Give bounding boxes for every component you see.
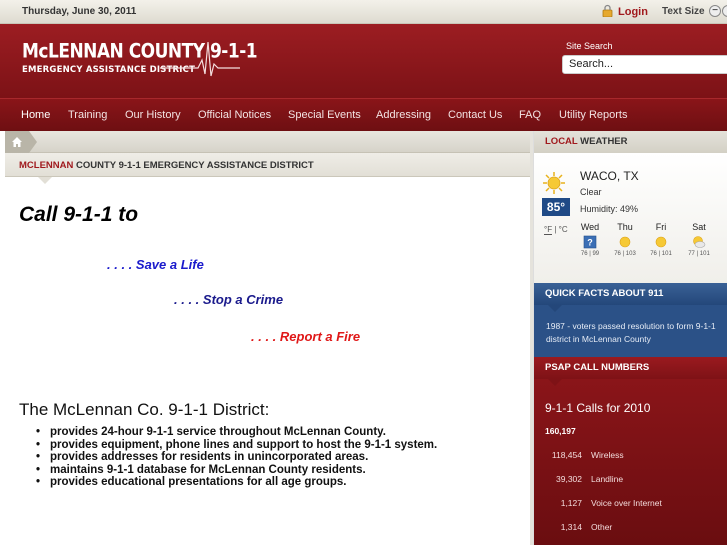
- psap-row-label: Voice over Internet: [591, 498, 662, 508]
- nav-our-history[interactable]: Our History: [125, 99, 181, 131]
- breadcrumb-home[interactable]: [5, 131, 29, 153]
- main-nav: Home Training Our History Official Notic…: [0, 98, 727, 131]
- psap-row-number: 39,302: [556, 474, 582, 484]
- psap-row-number: 1,314: [560, 522, 582, 532]
- psap-row-label: Other: [591, 522, 613, 532]
- nav-training[interactable]: Training: [68, 99, 107, 131]
- report-a-fire-text: . . . . Report a Fire: [251, 329, 361, 344]
- forecast-range: 76 | 101: [650, 251, 672, 257]
- breadcrumb: [5, 131, 530, 153]
- right-sidebar: LOCAL WEATHER 85° WACO, TX Clear Humidit…: [533, 131, 727, 545]
- district-services-list: provides 24-hour 9-1-1 service throughou…: [36, 426, 526, 489]
- psap-row-label: Landline: [591, 474, 624, 484]
- psap-heading-notch: [548, 379, 562, 386]
- forecast-day-name: Fri: [655, 222, 667, 232]
- district-heading: The McLennan Co. 9-1-1 District:: [19, 400, 270, 419]
- forecast-day-name: Sat: [692, 222, 706, 232]
- forecast-range: 77 | 101: [688, 251, 710, 257]
- nav-home[interactable]: Home: [21, 99, 50, 131]
- weather-city: WACO, TX: [580, 169, 639, 183]
- nav-addressing[interactable]: Addressing: [376, 99, 431, 131]
- weather-heading-rest: WEATHER: [577, 136, 628, 147]
- site-search-input[interactable]: Search...: [562, 55, 727, 74]
- forecast-day: Wed ? 76 | 99: [575, 222, 605, 257]
- breadcrumb-arrow: [29, 131, 37, 153]
- increase-text-size-button[interactable]: [722, 5, 727, 17]
- partly-cloudy-icon: [693, 236, 706, 248]
- forecast-day-name: Wed: [580, 222, 600, 232]
- lock-icon[interactable]: [601, 4, 614, 17]
- temperature-unit-toggle: °F | °C: [544, 225, 568, 235]
- nav-special-events[interactable]: Special Events: [288, 99, 361, 131]
- sun-icon: [543, 172, 565, 194]
- top-utility-bar: Thursday, June 30, 2011 Login Text Size …: [0, 0, 727, 24]
- storm-icon: ?: [583, 235, 597, 249]
- psap-heading: PSAP CALL NUMBERS: [534, 357, 727, 379]
- text-size-label: Text Size: [662, 6, 705, 17]
- quick-fact-line: district in McLennan County: [546, 334, 651, 344]
- forecast-day: Thu 76 | 103: [610, 222, 640, 257]
- psap-row-number: 118,454: [551, 450, 582, 460]
- psap-total: 160,197: [545, 426, 576, 436]
- list-item: provides 24-hour 9-1-1 service throughou…: [36, 426, 526, 439]
- forecast-range: 76 | 103: [614, 251, 636, 257]
- nav-official-notices[interactable]: Official Notices: [198, 99, 271, 131]
- sun-icon: [619, 236, 631, 248]
- page-title-notch: [38, 177, 52, 184]
- page-title-rest: COUNTY 9-1-1 EMERGENCY ASSISTANCE DISTRI…: [73, 160, 314, 171]
- site-search-label: Site Search: [566, 41, 613, 51]
- home-icon: [12, 137, 22, 147]
- quick-fact-line: 1987 - voters passed resolution to form …: [546, 321, 716, 331]
- svg-text:?: ?: [587, 238, 593, 248]
- current-temperature: 85°: [542, 198, 570, 216]
- nav-contact-us[interactable]: Contact Us: [448, 99, 502, 131]
- list-item: provides educational presentations for a…: [36, 476, 526, 489]
- psap-call-numbers: 9-1-1 Calls for 2010 160,197 118,454 Wir…: [534, 379, 727, 545]
- page-title-highlight: MCLENNAN: [19, 160, 74, 171]
- sun-icon: [655, 236, 667, 248]
- unit-celsius[interactable]: °C: [559, 225, 568, 234]
- unit-fahrenheit[interactable]: °F: [544, 225, 553, 235]
- list-item: maintains 9-1-1 database for McLennan Co…: [36, 464, 526, 477]
- current-date: Thursday, June 30, 2011: [22, 6, 137, 17]
- save-a-life-text: . . . . Save a Life: [107, 257, 204, 272]
- quick-facts-content: 1987 - voters passed resolution to form …: [534, 305, 727, 357]
- quick-facts-heading: QUICK FACTS ABOUT 911: [534, 283, 727, 305]
- weather-heading: LOCAL WEATHER: [534, 131, 727, 153]
- call-911-heading: Call 9-1-1 to: [19, 203, 139, 226]
- weather-humidity: Humidity: 49%: [580, 204, 639, 214]
- forecast-day-name: Thu: [617, 222, 633, 232]
- psap-row-number: 1,127: [560, 498, 582, 508]
- heartbeat-icon: [160, 41, 240, 77]
- forecast-range: 76 | 99: [580, 251, 600, 257]
- list-item: provides equipment, phone lines and supp…: [36, 439, 526, 452]
- page-title-bar: MCLENNAN COUNTY 9-1-1 EMERGENCY ASSISTAN…: [5, 153, 530, 177]
- psap-row-label: Wireless: [591, 450, 624, 460]
- quick-facts-notch: [548, 305, 562, 312]
- forecast-day: Sat 77 | 101: [684, 222, 714, 257]
- nav-utility-reports[interactable]: Utility Reports: [559, 99, 627, 131]
- login-link[interactable]: Login: [618, 6, 648, 18]
- weather-widget: 85° WACO, TX Clear Humidity: 49% °F | °C…: [534, 153, 727, 283]
- nav-faq[interactable]: FAQ: [519, 99, 541, 131]
- weather-condition: Clear: [580, 187, 602, 197]
- decrease-text-size-button[interactable]: −: [709, 5, 721, 17]
- psap-title: 9-1-1 Calls for 2010: [545, 401, 651, 415]
- site-header: McLENNAN COUNTY 9-1-1 EMERGENCY ASSISTAN…: [0, 24, 727, 98]
- forecast-day: Fri 76 | 101: [646, 222, 676, 257]
- stop-a-crime-text: . . . . Stop a Crime: [174, 292, 284, 307]
- weather-heading-highlight: LOCAL: [545, 136, 578, 147]
- list-item: provides addresses for residents in unin…: [36, 451, 526, 464]
- page-title: MCLENNAN COUNTY 9-1-1 EMERGENCY ASSISTAN…: [19, 160, 314, 171]
